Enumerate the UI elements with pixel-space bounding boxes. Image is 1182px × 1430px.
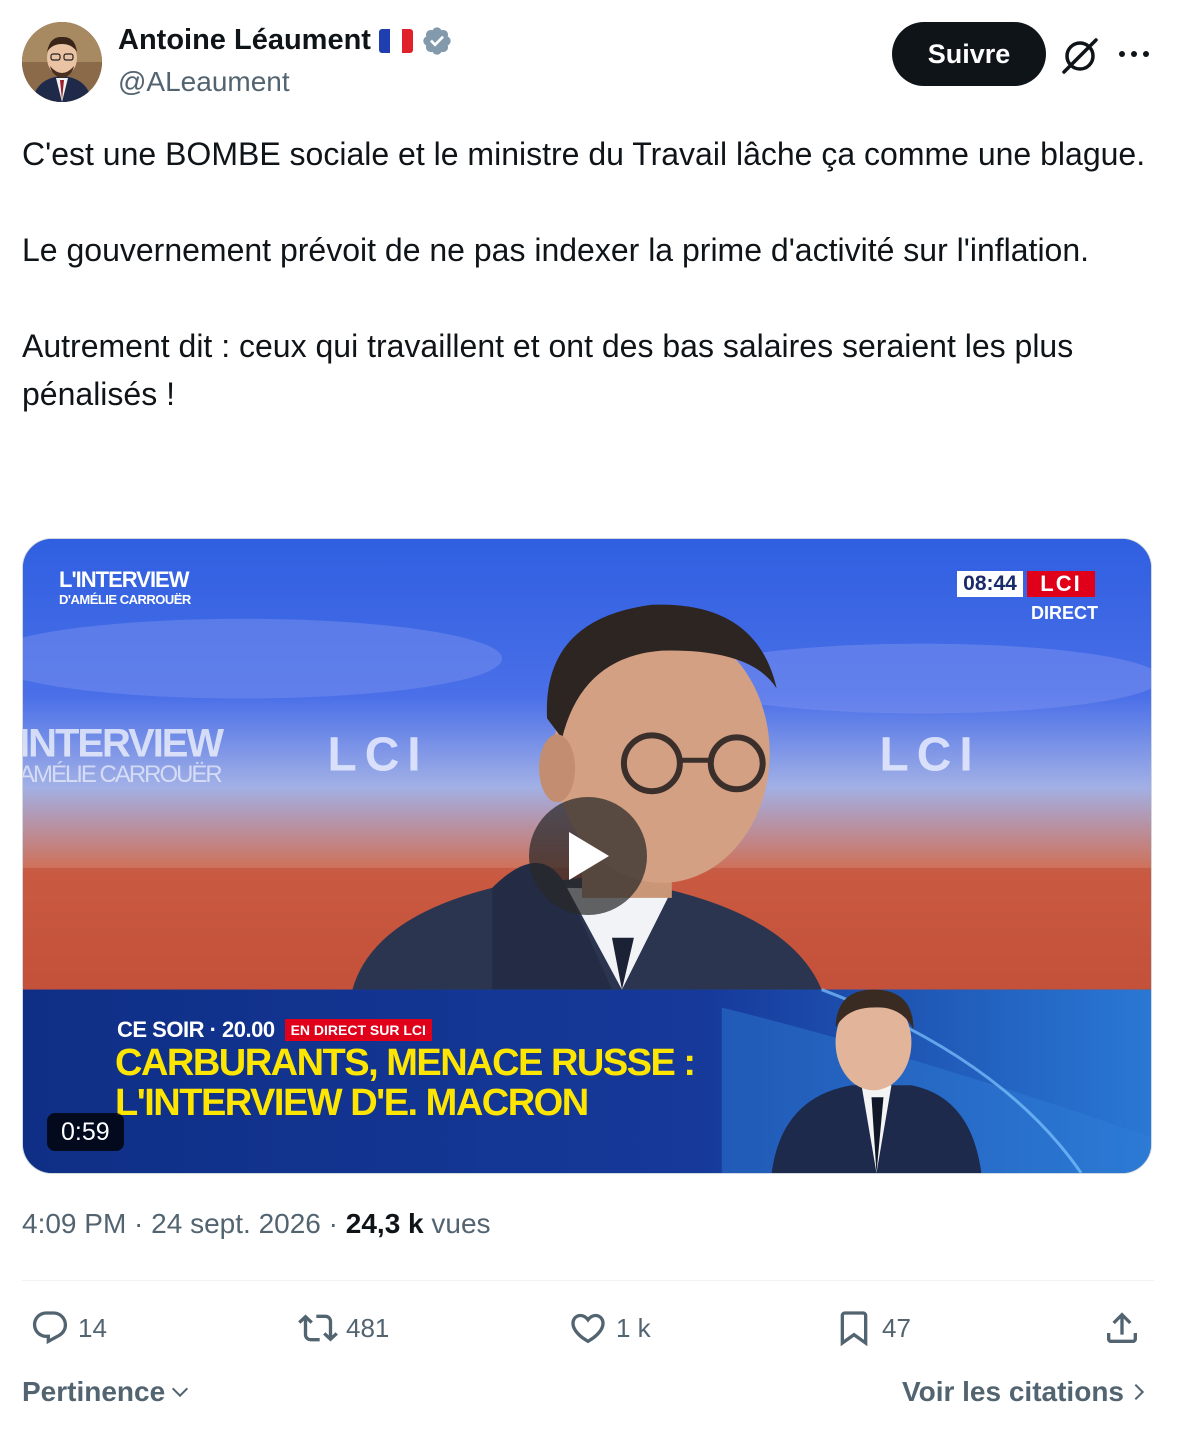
video-player[interactable]: LCI LCI INTERVIEW AMÉLIE CARROUËR L'INTE…	[22, 538, 1152, 1174]
tweet-paragraph: Autrement dit : ceux qui travaillent et …	[22, 328, 1074, 412]
tweet-paragraph: C'est une BOMBE sociale et le ministre d…	[22, 136, 1146, 172]
banner-schedule: CE SOIR · 20.00 EN DIRECT SUR LCI	[117, 1017, 432, 1043]
tweet-time[interactable]: 4:09 PM	[22, 1208, 126, 1239]
views-label: vues	[431, 1208, 491, 1239]
more-options-icon[interactable]	[1114, 38, 1154, 70]
reply-icon	[32, 1311, 68, 1345]
follow-button[interactable]: Suivre	[892, 22, 1046, 86]
broadcast-clock: 08:44	[957, 571, 1023, 597]
chevron-down-icon	[172, 1387, 189, 1398]
bookmark-count: 47	[882, 1312, 911, 1343]
like-button[interactable]: 1 k	[568, 1308, 651, 1348]
sort-label: Pertinence	[22, 1376, 166, 1407]
meta-separator: ·	[320, 1208, 346, 1239]
banner-headline-line: L'INTERVIEW D'E. MACRON	[115, 1082, 589, 1124]
view-quotes-label: Voir les citations	[902, 1376, 1124, 1407]
interview-logo-subtitle: D'AMÉLIE CARROUËR	[59, 592, 191, 607]
meta-separator: ·	[126, 1208, 152, 1239]
repost-button[interactable]: 481	[298, 1308, 389, 1348]
svg-text:LCI: LCI	[327, 728, 428, 781]
author-avatar[interactable]	[22, 22, 102, 102]
chevron-right-icon	[1134, 1383, 1145, 1401]
interview-logo: L'INTERVIEW D'AMÉLIE CARROUËR	[59, 567, 191, 607]
banner-headline-line: CARBURANTS, MENACE RUSSE :	[115, 1042, 696, 1084]
like-count: 1 k	[616, 1312, 651, 1343]
tweet-text: C'est une BOMBE sociale et le ministre d…	[22, 130, 1152, 466]
video-duration: 0:59	[47, 1113, 124, 1151]
banner-live-tag: EN DIRECT SUR LCI	[284, 1019, 432, 1041]
banner-headline: CARBURANTS, MENACE RUSSE : L'INTERVIEW D…	[115, 1042, 696, 1124]
live-label: DIRECT	[1031, 603, 1098, 623]
svg-text:LCI: LCI	[879, 728, 980, 781]
share-icon	[1107, 1312, 1137, 1343]
banner-time: CE SOIR · 20.00	[117, 1017, 275, 1042]
tweet-date[interactable]: 24 sept. 2026	[151, 1208, 321, 1239]
heart-icon	[571, 1313, 605, 1344]
grok-icon[interactable]	[1058, 34, 1102, 78]
play-icon	[569, 832, 609, 880]
share-button[interactable]	[1102, 1308, 1142, 1348]
reply-button[interactable]: 14	[30, 1308, 107, 1348]
tweet-meta: 4:09 PM · 24 sept. 2026 · 24,3 k vues	[22, 1208, 491, 1240]
bookmark-button[interactable]: 47	[834, 1308, 911, 1348]
author-name-row: Antoine Léaument	[118, 24, 453, 57]
bookmark-icon	[840, 1311, 868, 1347]
repost-icon	[298, 1314, 338, 1342]
repost-count: 481	[346, 1312, 390, 1343]
channel-logo: LCI	[1027, 571, 1095, 597]
interview-logo-title: L'INTERVIEW	[59, 567, 189, 592]
france-flag-icon	[378, 28, 413, 53]
svg-text:AMÉLIE CARROUËR: AMÉLIE CARROUËR	[23, 761, 222, 788]
author-name[interactable]: Antoine Léaument	[118, 24, 371, 57]
sort-dropdown[interactable]: Pertinence	[22, 1376, 191, 1408]
divider	[22, 1280, 1154, 1281]
view-quotes-link[interactable]: Voir les citations	[902, 1376, 1148, 1408]
verified-badge-icon	[423, 26, 451, 55]
reply-count: 14	[78, 1312, 107, 1343]
author-handle[interactable]: @ALeaument	[118, 66, 290, 98]
play-button[interactable]	[529, 797, 647, 915]
svg-text:INTERVIEW: INTERVIEW	[23, 721, 224, 765]
views-count: 24,3 k	[345, 1208, 424, 1239]
avatar-image	[22, 22, 102, 102]
tweet-paragraph: Le gouvernement prévoit de ne pas indexe…	[22, 232, 1090, 268]
